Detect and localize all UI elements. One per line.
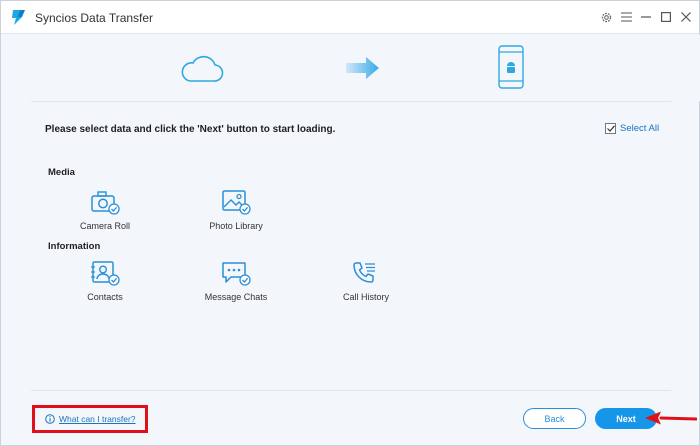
minimize-icon[interactable] — [639, 10, 653, 24]
help-link-text[interactable]: What can I transfer? — [59, 414, 136, 424]
window-title: Syncios Data Transfer — [35, 11, 154, 25]
title-bar: Syncios Data Transfer — [1, 1, 699, 34]
section-title-information: Information — [48, 241, 101, 252]
item-label: Call History — [342, 292, 389, 302]
menu-icon[interactable] — [619, 10, 633, 24]
android-phone-icon — [498, 45, 524, 89]
what-can-i-transfer-link[interactable]: What can I transfer? — [32, 405, 148, 433]
info-icon — [45, 414, 55, 424]
close-icon[interactable] — [679, 10, 693, 24]
message-icon — [222, 262, 251, 286]
divider — [31, 390, 671, 391]
back-button[interactable]: Back — [523, 408, 586, 429]
select-all-checkbox[interactable]: Select All — [605, 123, 659, 134]
data-item-contacts[interactable]: Contacts — [60, 260, 150, 302]
item-label: Camera Roll — [79, 221, 130, 231]
data-item-photo-library[interactable]: Photo Library — [191, 189, 281, 231]
data-item-message-chats[interactable]: Message Chats — [191, 260, 281, 302]
section-title-media: Media — [48, 167, 75, 178]
photo-icon — [222, 190, 251, 215]
cloud-icon — [181, 55, 224, 82]
syncios-logo-icon — [12, 10, 25, 25]
instruction-text: Please select data and click the 'Next' … — [45, 124, 336, 135]
item-label: Message Chats — [204, 292, 268, 302]
transfer-banner — [2, 35, 700, 101]
annotation-arrow-icon — [645, 411, 697, 425]
data-item-camera-roll[interactable]: Camera Roll — [60, 189, 150, 231]
select-all-label: Select All — [620, 123, 660, 134]
contacts-icon — [91, 261, 120, 286]
divider — [31, 101, 671, 102]
gear-icon[interactable] — [599, 10, 613, 24]
arrow-right-icon — [346, 57, 379, 79]
data-item-call-history[interactable]: Call History — [321, 260, 411, 302]
app-window: Syncios Data Transfer Please select data… — [0, 0, 700, 446]
checkbox-checked-icon — [605, 123, 616, 134]
item-label: Contacts — [87, 292, 123, 302]
call-history-icon — [353, 262, 375, 283]
item-label: Photo Library — [209, 221, 263, 231]
camera-icon — [91, 191, 120, 215]
maximize-icon[interactable] — [659, 10, 673, 24]
